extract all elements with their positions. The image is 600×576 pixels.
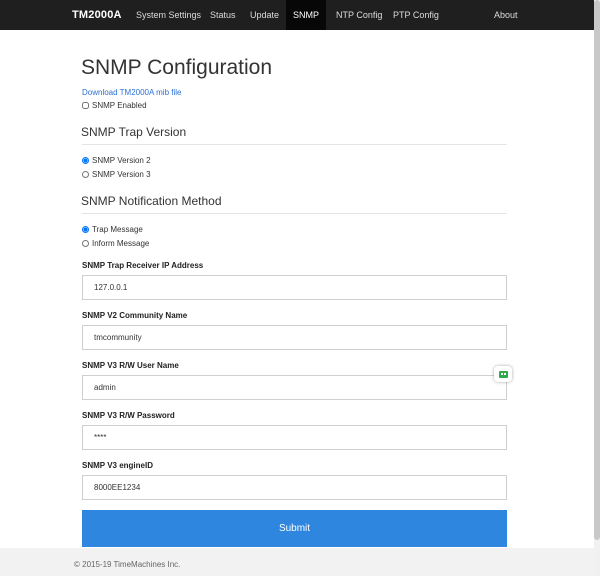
- trap-version-heading: SNMP Trap Version: [81, 125, 187, 139]
- snmp-version-2-radio[interactable]: [82, 157, 89, 164]
- inform-message-label: Inform Message: [92, 239, 150, 248]
- snmp-version-3-row[interactable]: SNMP Version 3: [82, 170, 151, 179]
- page-scrollbar[interactable]: [594, 0, 600, 576]
- page-title: SNMP Configuration: [81, 56, 273, 79]
- trap-message-row[interactable]: Trap Message: [82, 225, 143, 234]
- snmp-enabled-row[interactable]: SNMP Enabled: [82, 101, 147, 110]
- v3-user-name-input[interactable]: [82, 375, 507, 400]
- snmp-enabled-checkbox[interactable]: [82, 102, 89, 109]
- inform-message-row[interactable]: Inform Message: [82, 239, 149, 248]
- trap-message-label: Trap Message: [92, 225, 143, 234]
- copyright-text: © 2015-19 TimeMachines Inc.: [74, 560, 181, 569]
- assistant-widget-button[interactable]: [494, 366, 512, 382]
- download-mib-link[interactable]: Download TM2000A mib file: [82, 88, 181, 97]
- v3-password-label: SNMP V3 R/W Password: [82, 411, 175, 420]
- snmp-version-3-radio[interactable]: [82, 171, 89, 178]
- nav-item-ntp-config[interactable]: NTP Config: [328, 0, 390, 30]
- nav-item-about[interactable]: About: [486, 0, 526, 30]
- trap-version-divider: [82, 144, 507, 145]
- top-navbar: TM2000A System Settings Status Update SN…: [0, 0, 600, 30]
- notification-method-heading: SNMP Notification Method: [81, 194, 222, 208]
- snmp-version-2-row[interactable]: SNMP Version 2: [82, 156, 151, 165]
- snmp-version-3-label: SNMP Version 3: [92, 170, 151, 179]
- submit-button[interactable]: Submit: [82, 510, 507, 547]
- scrollbar-thumb[interactable]: [594, 0, 600, 540]
- v3-user-name-label: SNMP V3 R/W User Name: [82, 361, 179, 370]
- notification-method-divider: [82, 213, 507, 214]
- community-name-input[interactable]: [82, 325, 507, 350]
- snmp-enabled-label: SNMP Enabled: [92, 101, 147, 110]
- nav-item-snmp[interactable]: SNMP: [286, 0, 326, 30]
- nav-item-ptp-config[interactable]: PTP Config: [385, 0, 447, 30]
- nav-item-update[interactable]: Update: [242, 0, 287, 30]
- brand-logo-text[interactable]: TM2000A: [72, 0, 122, 30]
- engine-id-label: SNMP V3 engineID: [82, 461, 153, 470]
- inform-message-radio[interactable]: [82, 240, 89, 247]
- community-name-label: SNMP V2 Community Name: [82, 311, 188, 320]
- trap-message-radio[interactable]: [82, 226, 89, 233]
- receiver-ip-label: SNMP Trap Receiver IP Address: [82, 261, 204, 270]
- nav-item-system-settings[interactable]: System Settings: [128, 0, 209, 30]
- page-footer: © 2015-19 TimeMachines Inc.: [0, 548, 594, 576]
- bot-face-icon: [498, 370, 508, 378]
- v3-password-input[interactable]: [82, 425, 507, 450]
- receiver-ip-input[interactable]: [82, 275, 507, 300]
- nav-item-status[interactable]: Status: [202, 0, 244, 30]
- engine-id-input[interactable]: [82, 475, 507, 500]
- snmp-version-2-label: SNMP Version 2: [92, 156, 151, 165]
